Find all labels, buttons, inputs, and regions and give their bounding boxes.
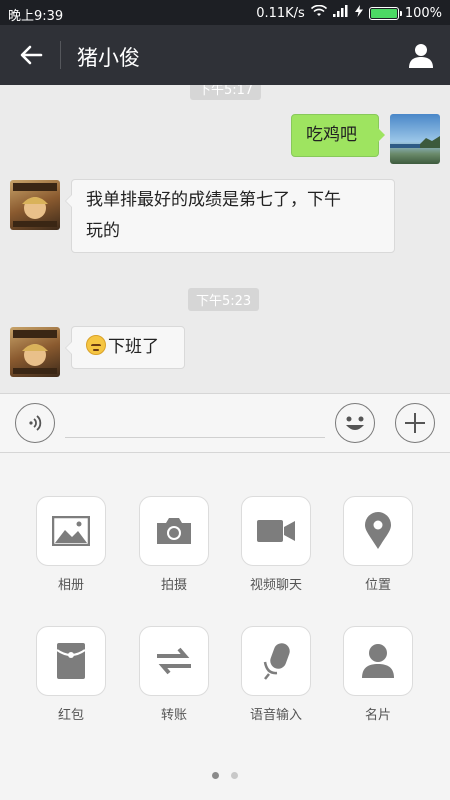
title-divider — [60, 41, 61, 69]
panel-icon-box — [139, 496, 209, 566]
back-button[interactable] — [14, 39, 48, 71]
avatar-contact[interactable] — [10, 180, 60, 230]
emoji-button[interactable] — [335, 403, 375, 443]
panel-icon-box — [343, 626, 413, 696]
album-icon — [52, 516, 90, 546]
message-text: 下班了 — [108, 337, 159, 357]
input-bar — [0, 393, 450, 453]
chat-area[interactable]: 下午5:17 吃鸡吧 我单排最好的成绩是第七了，下午 玩的 下午5:23 下班了 — [0, 85, 450, 393]
landscape-photo — [390, 136, 440, 148]
video-icon — [257, 520, 295, 542]
panel-item-contact-card[interactable]: 名片 — [343, 626, 413, 723]
network-speed: 0.11K/s — [256, 5, 305, 21]
panel-icon-box — [36, 626, 106, 696]
panel-item-label: 语音输入 — [249, 708, 302, 723]
plus-icon — [405, 413, 425, 433]
profile-button[interactable] — [404, 39, 438, 71]
panel-item-video-chat[interactable]: 视频聊天 — [241, 496, 311, 593]
more-button[interactable] — [395, 403, 435, 443]
status-indicators: 0.11K/s 100% — [256, 4, 442, 21]
panel-item-label: 拍摄 — [160, 578, 187, 593]
title-bar: 猪小俊 — [0, 25, 450, 85]
panel-icon-box — [241, 626, 311, 696]
panel-item-album[interactable]: 相册 — [36, 496, 106, 593]
message-text: 吃鸡吧 — [306, 125, 357, 145]
page-dot-active[interactable] — [212, 772, 219, 779]
smiley-icon — [346, 416, 364, 430]
wanted-poster-avatar — [13, 330, 57, 374]
message-bubble-incoming[interactable]: 我单排最好的成绩是第七了，下午 玩的 — [65, 179, 395, 253]
charging-icon — [354, 5, 363, 21]
panel-item-voice-input[interactable]: 语音输入 — [241, 626, 311, 723]
status-bar: 晚上9:39 0.11K/s 100% — [0, 0, 450, 25]
chat-title: 猪小俊 — [77, 46, 140, 70]
panel-icon-box — [139, 626, 209, 696]
panel-icon-box — [343, 496, 413, 566]
panel-item-label: 位置 — [364, 578, 391, 593]
panel-item-transfer[interactable]: 转账 — [139, 626, 209, 723]
message-bubble-incoming[interactable]: 下班了 — [65, 326, 185, 369]
microphone-icon — [263, 643, 290, 680]
avatar-self[interactable] — [390, 114, 440, 164]
voice-button[interactable] — [15, 403, 55, 443]
contact-card-icon — [362, 644, 394, 678]
panel-item-red-packet[interactable]: 红包 — [36, 626, 106, 723]
timestamp: 下午5:23 — [188, 288, 260, 311]
panel-icon-box — [241, 496, 311, 566]
transfer-icon — [157, 647, 191, 675]
camera-icon — [157, 518, 191, 544]
panel-item-label: 名片 — [364, 708, 391, 723]
function-panel: 相册 拍摄 视频聊天 位置 红包 转账 语音输入 名片 — [0, 454, 450, 800]
person-icon — [409, 44, 433, 68]
message-input[interactable] — [65, 408, 325, 438]
page-dot[interactable] — [231, 772, 238, 779]
thinking-face-emoji-icon — [86, 335, 106, 355]
avatar-contact[interactable] — [10, 327, 60, 377]
wifi-icon — [310, 4, 327, 21]
page-indicator — [0, 772, 450, 779]
panel-item-label: 转账 — [160, 708, 187, 723]
battery-percent: 100% — [404, 5, 442, 21]
back-arrow-icon — [20, 45, 43, 65]
message-text-line: 我单排最好的成绩是第七了，下午 — [86, 190, 341, 210]
status-time: 晚上9:39 — [8, 9, 64, 24]
voice-icon — [29, 415, 42, 431]
panel-item-camera[interactable]: 拍摄 — [139, 496, 209, 593]
panel-item-label: 相册 — [57, 578, 84, 593]
panel-item-location[interactable]: 位置 — [343, 496, 413, 593]
panel-item-label: 红包 — [57, 708, 84, 723]
panel-item-label: 视频聊天 — [249, 578, 302, 593]
wanted-poster-avatar — [13, 183, 57, 227]
location-icon — [365, 512, 391, 549]
timestamp: 下午5:17 — [190, 85, 262, 100]
panel-icon-box — [36, 496, 106, 566]
message-text-line: 玩的 — [86, 221, 120, 241]
battery-fill — [370, 8, 397, 18]
red-packet-icon — [56, 643, 86, 679]
message-bubble-outgoing[interactable]: 吃鸡吧 — [291, 114, 385, 157]
battery-icon — [368, 6, 402, 20]
signal-icon — [332, 5, 349, 21]
